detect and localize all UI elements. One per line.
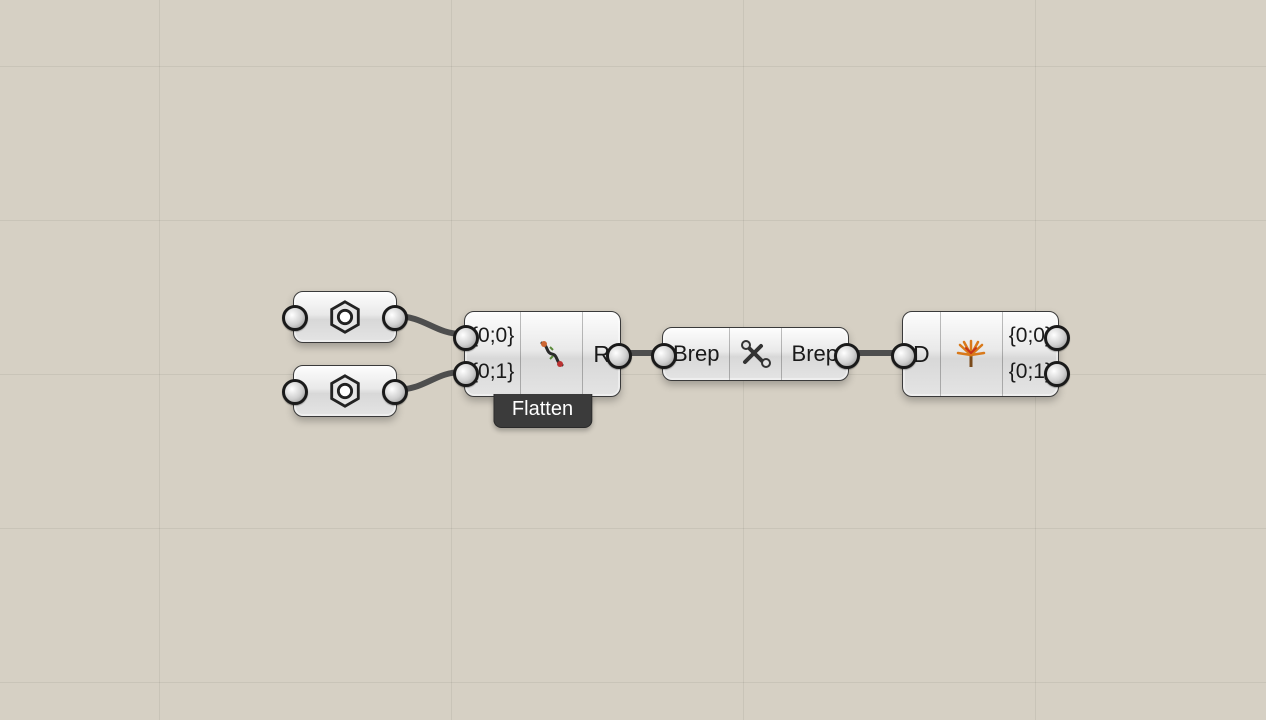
output-port[interactable] <box>382 379 408 405</box>
output-port[interactable] <box>834 343 860 369</box>
entwine-component[interactable]: {0;0} {0;1} R Flatten <box>464 311 621 397</box>
output-port[interactable] <box>606 343 632 369</box>
brep-param-node-b[interactable] <box>293 365 397 417</box>
brep-param-node-a[interactable] <box>293 291 397 343</box>
input-port-0[interactable] <box>453 325 479 351</box>
hex-nut-icon <box>326 372 364 410</box>
input-port[interactable] <box>282 305 308 331</box>
component-icon-area <box>730 328 780 380</box>
canvas-grid <box>0 0 1266 720</box>
input-port[interactable] <box>651 343 677 369</box>
wires-layer <box>0 0 1266 720</box>
grasshopper-canvas[interactable]: {0;0} {0;1} R Flatten Brep Brep <box>0 0 1266 720</box>
output-port-0[interactable] <box>1044 325 1070 351</box>
input-port[interactable] <box>891 343 917 369</box>
flatten-tag: Flatten <box>493 394 592 428</box>
entwine-icon <box>538 339 566 369</box>
component-icon-area <box>521 312 582 396</box>
output-port[interactable] <box>382 305 408 331</box>
component-icon-area <box>941 312 1002 396</box>
hex-nut-icon <box>326 298 364 336</box>
wrench-cross-icon <box>741 340 771 368</box>
input-port[interactable] <box>282 379 308 405</box>
node-body <box>294 292 396 342</box>
output-port-1[interactable] <box>1044 361 1070 387</box>
node-body <box>294 366 396 416</box>
brep-join-component[interactable]: Brep Brep <box>662 327 849 381</box>
input-port-1[interactable] <box>453 361 479 387</box>
explode-tree-icon <box>956 339 986 369</box>
explode-tree-component[interactable]: D {0;0} {0;1} <box>902 311 1059 397</box>
